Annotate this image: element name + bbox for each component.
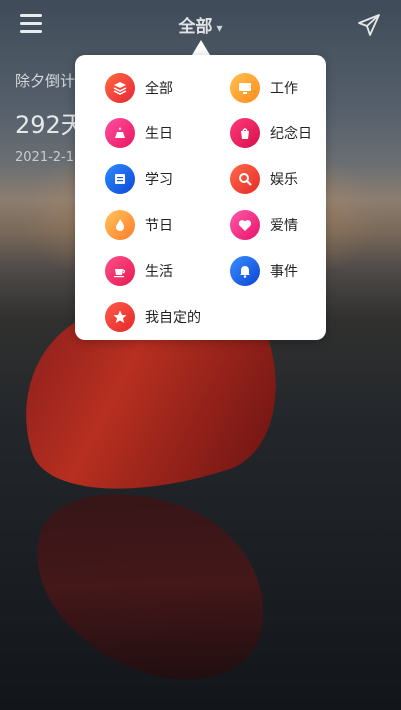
category-label: 爱情 (270, 218, 298, 234)
category-label: 事件 (270, 264, 298, 280)
flame-icon (105, 210, 135, 240)
bag-icon (230, 118, 260, 148)
star-icon (105, 302, 135, 332)
book-icon (105, 164, 135, 194)
category-item-custom[interactable]: 我自定的 (105, 302, 201, 332)
cup-icon (105, 256, 135, 286)
bell-icon (230, 256, 260, 286)
category-item-festival[interactable]: 节日 (105, 210, 173, 240)
heart-icon (230, 210, 260, 240)
category-item-entertainment[interactable]: 娱乐 (230, 164, 298, 194)
category-item-all[interactable]: 全部 (105, 73, 173, 103)
category-dropdown[interactable]: 全部 ▾ (0, 12, 401, 37)
category-label: 生活 (145, 264, 173, 280)
category-title: 全部 (178, 17, 213, 37)
event-date: 2021-2-11 (15, 150, 83, 165)
category-item-anniversary[interactable]: 纪念日 (230, 118, 312, 148)
category-item-life[interactable]: 生活 (105, 256, 173, 286)
category-item-work[interactable]: 工作 (230, 73, 298, 103)
paper-plane-icon[interactable] (357, 13, 381, 37)
chevron-down-icon: ▾ (216, 21, 223, 35)
category-item-birthday[interactable]: 生日 (105, 118, 173, 148)
event-name: 除夕倒计 (15, 72, 76, 90)
search-icon (230, 164, 260, 194)
category-label: 我自定的 (145, 310, 201, 326)
category-label: 纪念日 (270, 126, 312, 142)
category-popup: 全部 工作 生日 纪念日 学习 娱乐 节日 爱情 生活 事件 我自定的 (75, 55, 326, 340)
category-label: 工作 (270, 81, 298, 97)
monitor-icon (230, 73, 260, 103)
cake-icon (105, 118, 135, 148)
category-item-event[interactable]: 事件 (230, 256, 298, 286)
category-label: 娱乐 (270, 172, 298, 188)
category-item-love[interactable]: 爱情 (230, 210, 298, 240)
category-label: 全部 (145, 81, 173, 97)
layers-icon (105, 73, 135, 103)
category-label: 节日 (145, 218, 173, 234)
category-item-study[interactable]: 学习 (105, 164, 173, 194)
popup-arrow (192, 40, 210, 55)
category-label: 生日 (145, 126, 173, 142)
category-label: 学习 (145, 172, 173, 188)
